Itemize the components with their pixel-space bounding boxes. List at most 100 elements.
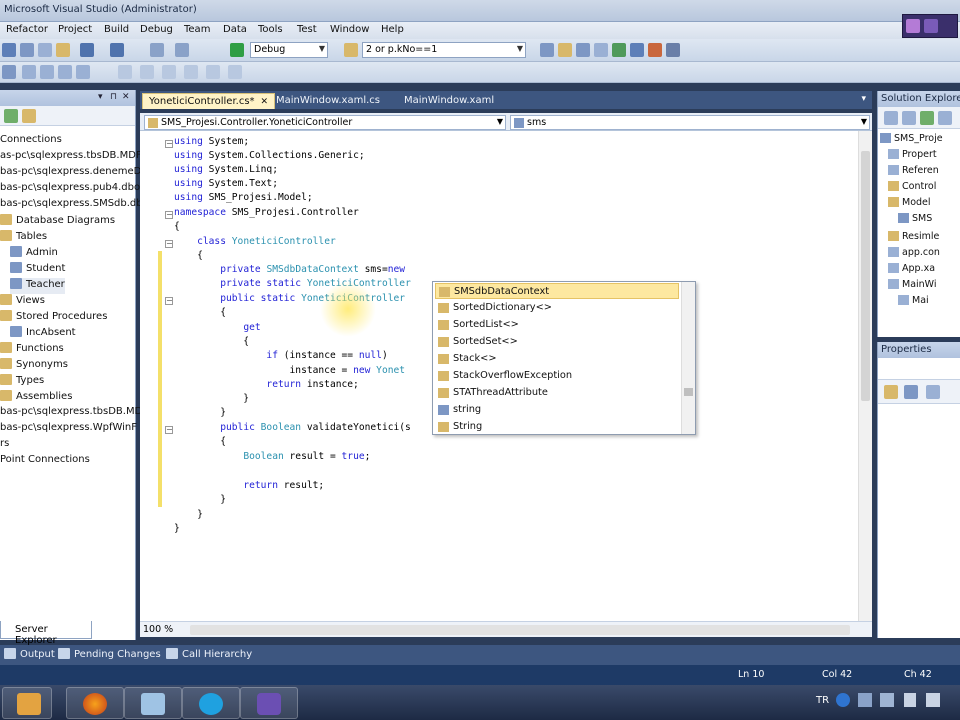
completion-item[interactable]: String (435, 419, 679, 435)
zoom-level[interactable]: 100 % (143, 624, 173, 635)
chevron-down-icon[interactable]: ▾ (861, 94, 866, 104)
fold-toggle[interactable]: − (165, 140, 173, 148)
properties-object-select[interactable] (878, 358, 960, 380)
connect-database-icon[interactable] (22, 109, 36, 123)
completion-item[interactable]: STAThreadAttribute (435, 385, 679, 401)
menu-data[interactable]: Data (223, 24, 247, 35)
solution-node[interactable]: app.con (888, 247, 940, 262)
object-browser-icon[interactable] (576, 43, 590, 57)
fold-toggle[interactable]: − (165, 297, 173, 305)
help-icon[interactable] (836, 693, 850, 707)
next-bookmark-icon[interactable] (162, 65, 176, 79)
tab-pending-changes[interactable]: Pending Changes (58, 648, 161, 660)
solution-node[interactable]: App.xa (888, 263, 935, 278)
start-page-icon[interactable] (612, 43, 626, 57)
menu-build[interactable]: Build (104, 24, 129, 35)
fold-toggle[interactable]: − (165, 240, 173, 248)
tree-item-table-teacher[interactable]: Teacher (10, 278, 65, 294)
feedback-icon[interactable] (906, 19, 920, 33)
save-icon[interactable] (2, 43, 16, 57)
view-code-icon[interactable] (938, 111, 952, 125)
completion-item[interactable]: string (435, 402, 679, 418)
close-icon[interactable]: ✕ (122, 92, 130, 102)
solution-node[interactable]: MainWi (888, 279, 937, 294)
completion-item[interactable]: SortedDictionary<> (435, 300, 679, 316)
tree-item[interactable]: bas-pc\sqlexpress.WpfWinF (0, 422, 137, 438)
show-all-files-icon[interactable] (902, 111, 916, 125)
solution-explorer-icon[interactable] (540, 43, 554, 57)
fold-toggle[interactable]: − (165, 426, 173, 434)
completion-item[interactable]: SMSdbDataContext (435, 283, 679, 299)
tab-mainwindow-xaml[interactable]: MainWindow.xaml (398, 93, 500, 109)
properties-icon[interactable] (558, 43, 572, 57)
start-debugging-icon[interactable] (230, 43, 244, 57)
navigate-back-icon[interactable] (150, 43, 164, 57)
tree-item-types[interactable]: Types (0, 374, 44, 390)
alphabetical-icon[interactable] (904, 385, 918, 399)
tab-output[interactable]: Output (4, 648, 55, 660)
redo-icon[interactable] (110, 43, 124, 57)
volume-icon[interactable] (904, 693, 916, 707)
scrollbar-thumb[interactable] (861, 151, 870, 401)
refresh-icon[interactable] (4, 109, 18, 123)
completion-item[interactable]: Stack<> (435, 351, 679, 367)
intellisense-scrollbar[interactable] (681, 282, 695, 434)
tree-item[interactable]: bas-pc\sqlexpress.tbsDB.MD (0, 406, 142, 422)
taskbar-visual-studio[interactable] (240, 687, 298, 719)
increase-indent-icon[interactable] (40, 65, 54, 79)
next-folder-bookmark-icon[interactable] (228, 65, 242, 79)
clear-bookmarks-icon[interactable] (184, 65, 198, 79)
menu-project[interactable]: Project (58, 24, 92, 35)
solution-node[interactable]: Resimle (888, 231, 939, 246)
find-combo[interactable]: 2 or p.kNo==1 ▼ (362, 42, 526, 58)
chevron-down-icon[interactable]: ▾ (98, 92, 103, 102)
refresh-icon[interactable] (920, 111, 934, 125)
tab-yonetici-controller[interactable]: YoneticiController.cs* ✕ (142, 93, 276, 109)
navigate-forward-icon[interactable] (175, 43, 189, 57)
tree-item-assemblies[interactable]: Assemblies (0, 390, 72, 406)
solution-node[interactable]: Model (888, 197, 931, 212)
network-icon[interactable] (858, 693, 872, 707)
solution-node[interactable]: SMS_Proje (880, 133, 943, 148)
feedback-icons[interactable] (902, 14, 958, 38)
language-indicator[interactable]: TR (816, 695, 829, 706)
tree-item-table-admin[interactable]: Admin (10, 246, 58, 262)
solution-config-select[interactable]: Debug ▼ (250, 42, 328, 58)
menu-help[interactable]: Help (381, 24, 404, 35)
solution-node[interactable]: Control (888, 181, 936, 196)
solution-node[interactable]: SMS (898, 213, 932, 228)
editor-horizontal-scrollbar[interactable] (190, 625, 850, 635)
find-icon[interactable] (344, 43, 358, 57)
member-dropdown[interactable]: sms ▼ (510, 115, 870, 130)
bookmark-icon[interactable] (118, 65, 132, 79)
comment-icon[interactable] (58, 65, 72, 79)
scrollbar-thumb[interactable] (684, 388, 693, 396)
toolbox-icon[interactable] (594, 43, 608, 57)
tree-item-stored-procedures[interactable]: Stored Procedures (0, 310, 107, 326)
pin-icon[interactable]: ⊓ (110, 92, 117, 102)
tree-item-procedure[interactable]: IncAbsent (10, 326, 76, 342)
completion-item[interactable]: StackOverflowException (435, 368, 679, 384)
undo-icon[interactable] (80, 43, 94, 57)
editor-vertical-scrollbar[interactable] (858, 131, 872, 621)
taskbar-media-player[interactable] (2, 687, 52, 719)
menu-test[interactable]: Test (297, 24, 317, 35)
taskbar-explorer[interactable] (124, 687, 182, 719)
tree-item-tables[interactable]: Tables (0, 230, 47, 246)
extension-manager-icon[interactable] (630, 43, 644, 57)
menu-refactor[interactable]: Refactor (6, 24, 48, 35)
tree-item-database-diagrams[interactable]: Database Diagrams (0, 214, 115, 230)
tree-item[interactable]: as-pc\sqlexpress.tbsDB.MDF.dbo (0, 150, 162, 166)
tree-item-table-student[interactable]: Student (10, 262, 65, 278)
quick-info-icon[interactable] (2, 65, 16, 79)
tree-item[interactable]: bas-pc\sqlexpress.denemeD (0, 166, 141, 182)
property-pages-icon[interactable] (926, 385, 940, 399)
window-icon[interactable] (924, 19, 938, 33)
close-icon[interactable]: ✕ (261, 97, 269, 107)
output-icon[interactable] (648, 43, 662, 57)
decrease-indent-icon[interactable] (22, 65, 36, 79)
tree-item-sharepoint[interactable]: Point Connections (0, 454, 90, 470)
menu-window[interactable]: Window (330, 24, 369, 35)
tab-call-hierarchy[interactable]: Call Hierarchy (166, 648, 252, 660)
cut-icon[interactable] (20, 43, 34, 57)
